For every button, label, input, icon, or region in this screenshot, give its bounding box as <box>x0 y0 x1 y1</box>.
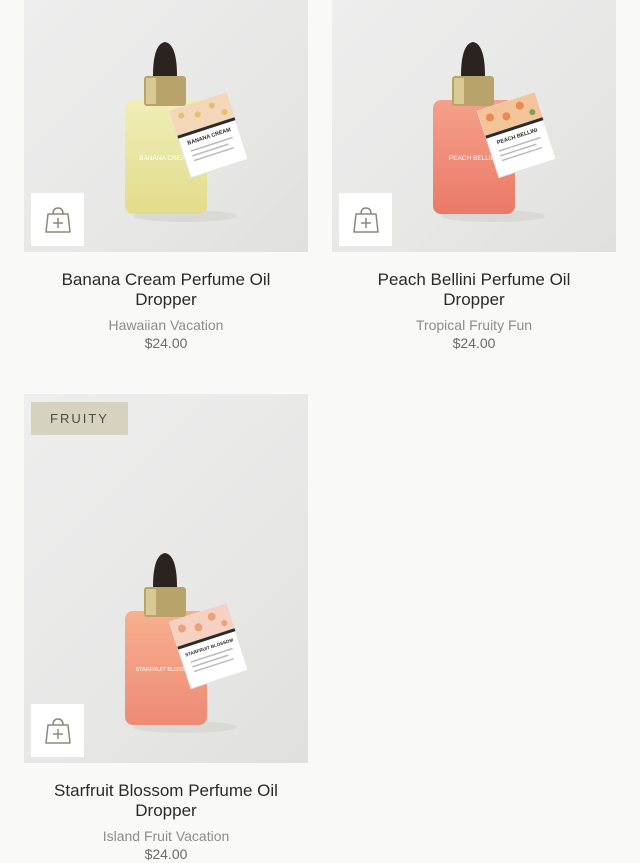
product-card[interactable]: BANANA CREAM BANANA CREAM Banana Cream P <box>24 0 308 352</box>
product-card[interactable]: PEACH BELLINI PEACH BELLINI Peach Bellin <box>332 0 616 352</box>
perfume-bottle-image: BANANA CREAM BANANA CREAM <box>125 42 247 222</box>
product-image[interactable]: FRUITY STARFRUIT BLOSSOM STARFRUIT BLOSS <box>24 394 308 763</box>
product-price: $24.00 <box>144 846 188 862</box>
perfume-bottle-image: PEACH BELLINI PEACH BELLINI <box>433 42 555 222</box>
add-to-cart-button[interactable] <box>31 704 84 757</box>
shopping-bag-plus-icon <box>44 206 71 233</box>
bottle-label: BANANA CREAM <box>139 155 191 162</box>
product-collection: Island Fruit Vacation <box>102 828 230 844</box>
bottle-label: PEACH BELLINI <box>449 155 498 162</box>
product-title[interactable]: Banana Cream Perfume Oil Dropper <box>46 270 286 310</box>
product-title[interactable]: Starfruit Blossom Perfume Oil Dropper <box>46 781 286 821</box>
shopping-bag-plus-icon <box>352 206 379 233</box>
category-badge: FRUITY <box>31 402 128 435</box>
product-title[interactable]: Peach Bellini Perfume Oil Dropper <box>354 270 594 310</box>
product-price: $24.00 <box>144 335 188 351</box>
product-image[interactable]: BANANA CREAM BANANA CREAM <box>24 0 308 252</box>
product-collection: Tropical Fruity Fun <box>415 317 533 333</box>
perfume-bottle-image: STARFRUIT BLOSSOM STARFRUIT BLOSSOM <box>125 553 247 733</box>
product-image[interactable]: PEACH BELLINI PEACH BELLINI <box>332 0 616 252</box>
add-to-cart-button[interactable] <box>339 193 392 246</box>
add-to-cart-button[interactable] <box>31 193 84 246</box>
product-card[interactable]: FRUITY STARFRUIT BLOSSOM STARFRUIT BLOSS <box>24 394 308 863</box>
product-price: $24.00 <box>452 335 496 351</box>
shopping-bag-plus-icon <box>44 717 71 744</box>
product-collection: Hawaiian Vacation <box>108 317 224 333</box>
